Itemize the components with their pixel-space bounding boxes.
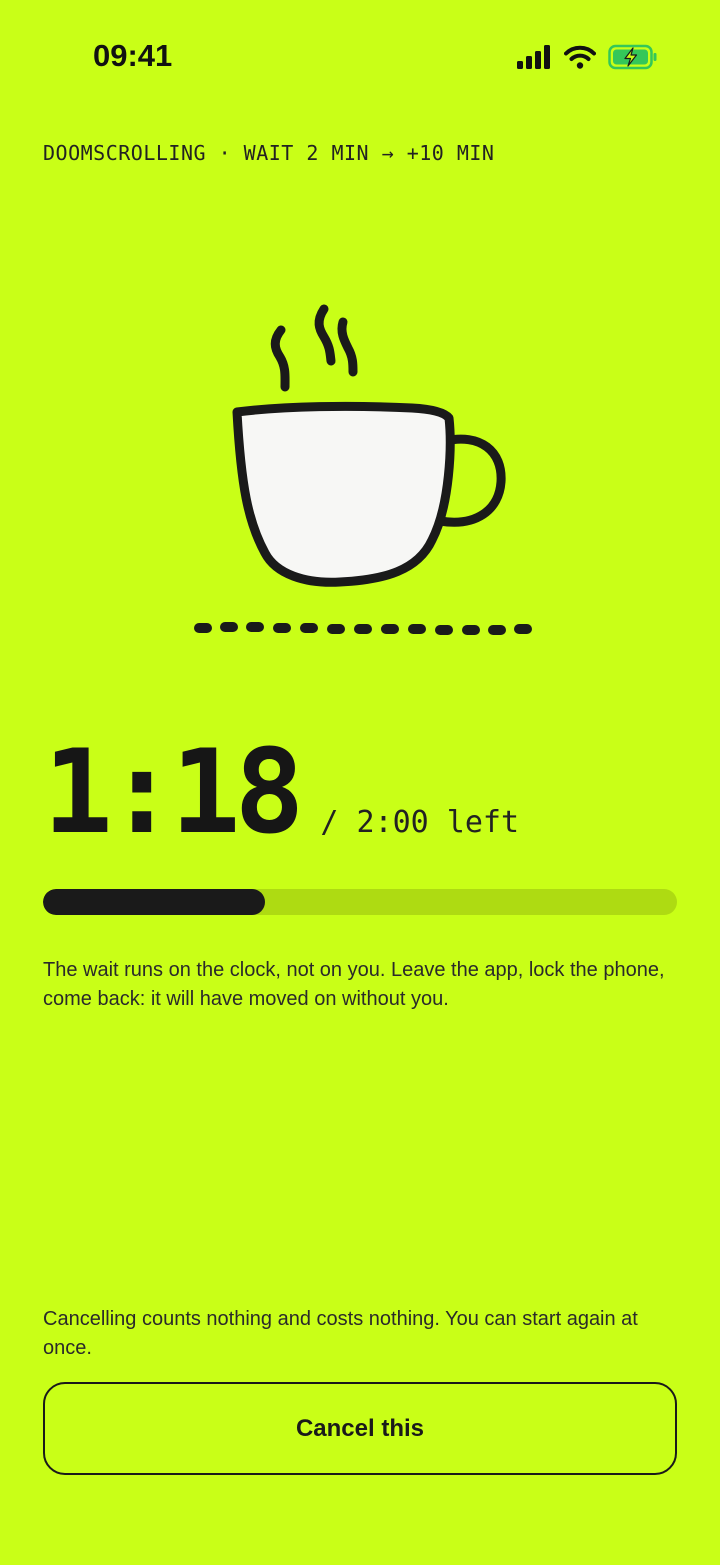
status-time: 09:41 bbox=[93, 38, 173, 73]
wait-progress-bar bbox=[43, 889, 677, 915]
signal-icon bbox=[517, 45, 550, 69]
timer-remaining: 1:18 bbox=[43, 725, 304, 860]
status-bar: 09:41 bbox=[0, 0, 720, 110]
cancel-note-text: Cancelling counts nothing and costs noth… bbox=[43, 1308, 638, 1359]
wait-explanation-text: The wait runs on the clock, not on you. … bbox=[43, 959, 665, 1010]
timer-display: 1:18 / 2:00 left bbox=[43, 735, 519, 851]
wait-progress-fill bbox=[43, 889, 265, 915]
cancel-button[interactable]: Cancel this bbox=[43, 1382, 677, 1475]
status-icons bbox=[516, 44, 658, 70]
session-header-label: DOOMSCROLLING · WAIT 2 MIN → +10 MIN bbox=[43, 141, 495, 165]
battery-charging-icon bbox=[608, 44, 657, 70]
coffee-cup-icon bbox=[194, 304, 532, 635]
wifi-icon bbox=[564, 45, 596, 69]
timer-total-label: / 2:00 left bbox=[320, 805, 520, 840]
